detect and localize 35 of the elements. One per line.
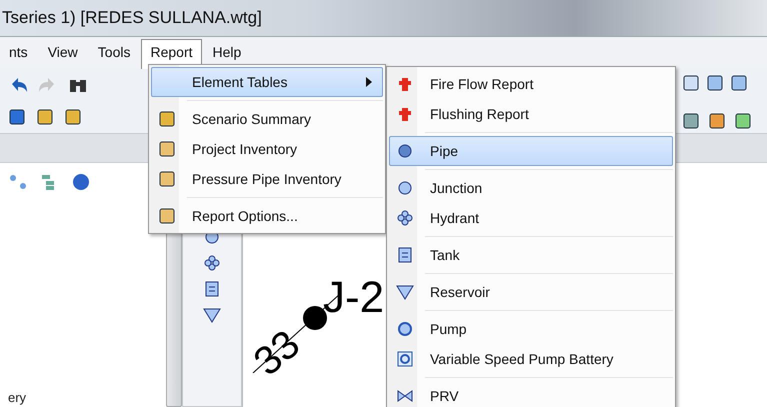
menu-item[interactable]: Report Options... (151, 201, 383, 231)
menu-item[interactable]: Flushing Report (389, 99, 673, 129)
menu-item[interactable]: Pump (389, 314, 673, 344)
flower-icon[interactable] (203, 254, 221, 272)
menu-item[interactable]: Scenario Summary (151, 104, 383, 134)
pane-text: ery (8, 390, 28, 405)
submenu-arrow-icon (366, 77, 372, 87)
menu-item[interactable]: Fire Flow Report (389, 69, 673, 99)
help-icon[interactable] (72, 173, 90, 191)
circle-icon (396, 142, 414, 160)
menu-item[interactable]: Pipe (389, 136, 673, 166)
valve-icon (396, 387, 414, 405)
circle-icon (396, 179, 414, 197)
menu-item[interactable]: PRV (389, 381, 673, 407)
menu-item[interactable]: Tools (88, 39, 140, 69)
menu-item[interactable]: Pressure Pipe Inventory (151, 164, 383, 194)
menu-item[interactable]: View (38, 39, 87, 69)
menu-item[interactable]: Hydrant (389, 203, 673, 233)
tank-icon (396, 246, 414, 264)
reservoir-icon (396, 283, 414, 301)
reservoir-icon[interactable] (203, 306, 221, 324)
menu-item[interactable]: Variable Speed Pump Battery (389, 344, 673, 374)
menu-item[interactable]: Junction (389, 173, 673, 203)
menu-item[interactable]: nts (0, 39, 37, 69)
menu-item[interactable]: Reservoir (389, 277, 673, 307)
pump-icon (396, 320, 414, 338)
flower-icon (396, 209, 414, 227)
tank-icon[interactable] (203, 280, 221, 298)
menu-item[interactable]: Tank (389, 240, 673, 270)
pump-icon (396, 350, 414, 368)
window-title: Tseries 1) [REDES SULLANA.wtg] (2, 8, 262, 28)
menu-item[interactable]: Project Inventory (151, 134, 383, 164)
pipe-label: 33 (246, 322, 309, 386)
menu-item[interactable]: Element Tables (151, 67, 383, 97)
node-label: J-2 (323, 273, 384, 323)
